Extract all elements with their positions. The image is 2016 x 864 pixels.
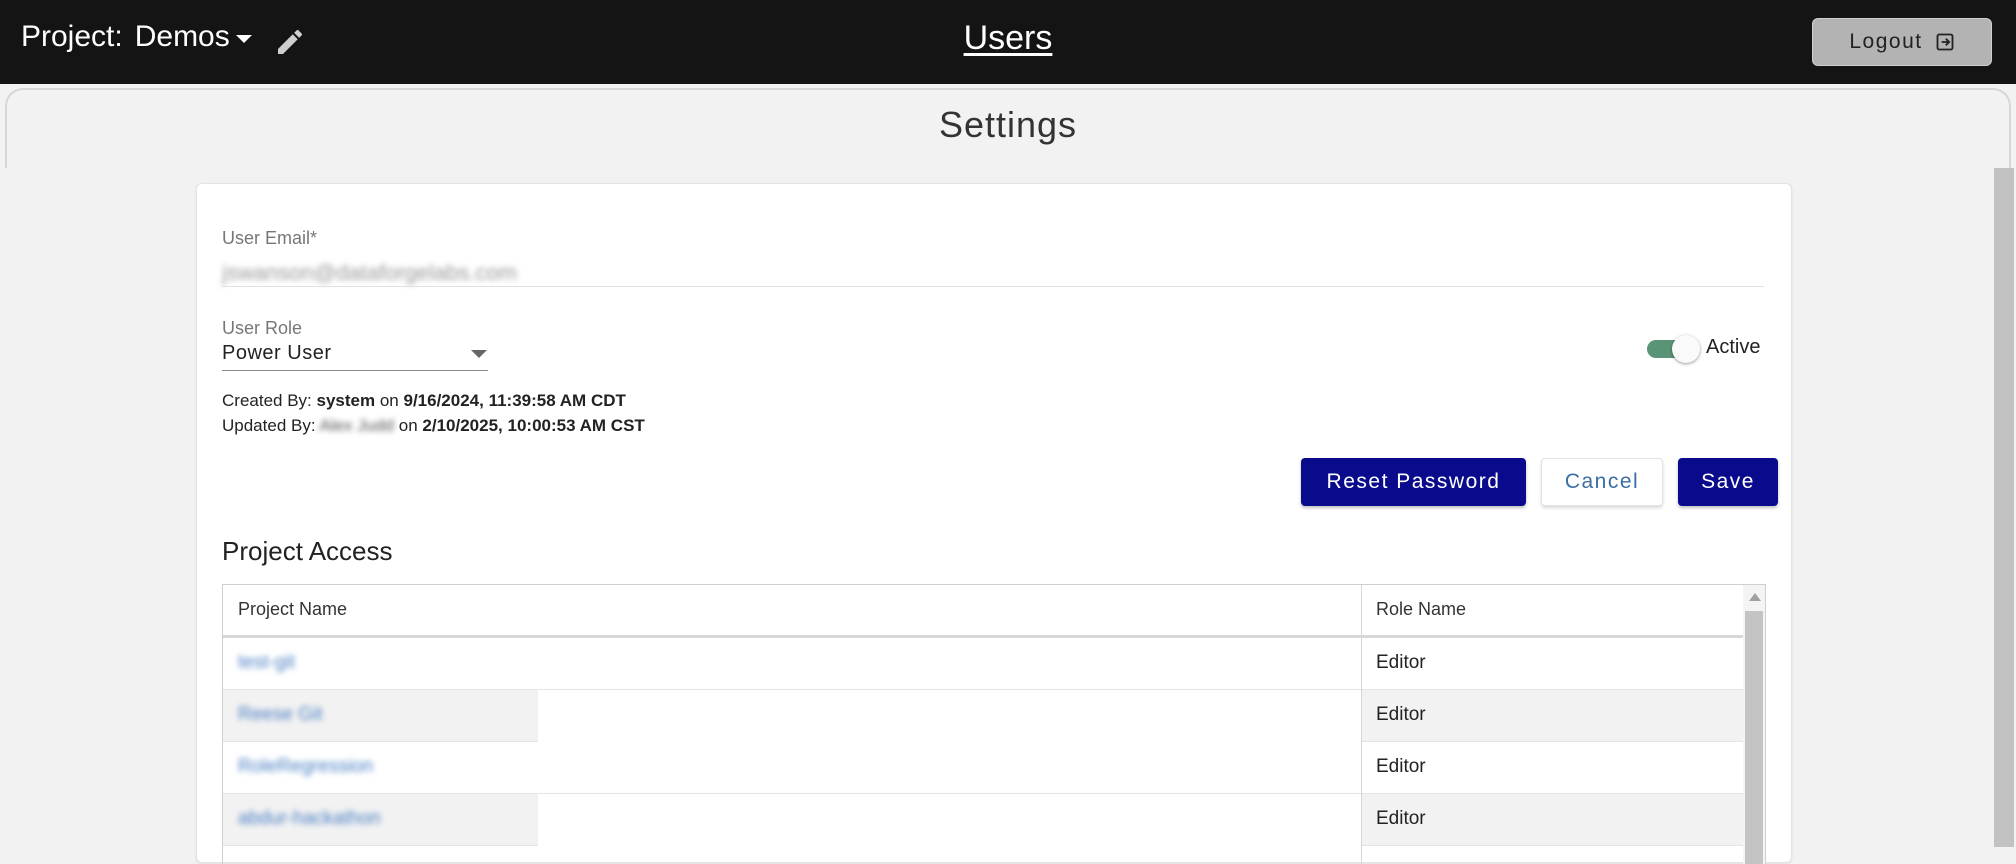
created-on-word: on bbox=[379, 391, 399, 410]
updated-on-word: on bbox=[398, 416, 418, 435]
page-scrollbar[interactable] bbox=[1994, 168, 2014, 847]
project-name-cell[interactable]: RoleRegression bbox=[238, 756, 373, 778]
project-access-table: Project Name Role Name test-git Editor R… bbox=[222, 584, 1766, 864]
cancel-button[interactable]: Cancel bbox=[1541, 458, 1663, 506]
settings-panel: Settings bbox=[5, 88, 2011, 168]
role-name-cell: Editor bbox=[1376, 704, 1426, 725]
project-name-cell[interactable]: abdur-hackathon bbox=[238, 808, 381, 830]
logout-label: Logout bbox=[1849, 30, 1923, 53]
column-header-role[interactable]: Role Name bbox=[1376, 599, 1466, 620]
user-settings-card: User Email* jswanson@dataforgelabs.com U… bbox=[196, 183, 1792, 864]
role-label: User Role bbox=[222, 318, 303, 338]
table-row[interactable]: RoleRegression Editor bbox=[223, 742, 1743, 794]
table-row[interactable]: Reese Git Editor bbox=[223, 690, 1743, 742]
created-prefix: Created By: bbox=[222, 391, 312, 410]
updated-by: Alex Judd bbox=[319, 416, 395, 435]
table-header: Project Name Role Name bbox=[223, 585, 1743, 638]
reset-password-button[interactable]: Reset Password bbox=[1301, 458, 1526, 506]
project-name-cell[interactable]: test-git bbox=[238, 652, 295, 674]
row-highlight bbox=[538, 690, 1362, 742]
email-field[interactable]: jswanson@dataforgelabs.com bbox=[222, 260, 517, 286]
email-underline bbox=[222, 286, 1764, 287]
role-select[interactable]: Power User bbox=[222, 342, 331, 365]
created-by: system bbox=[316, 391, 376, 410]
table-row[interactable]: test-git Editor bbox=[223, 638, 1743, 690]
role-name-cell: Editor bbox=[1376, 756, 1426, 777]
row-highlight bbox=[538, 794, 1362, 846]
active-label: Active bbox=[1706, 336, 1761, 358]
chevron-down-icon[interactable] bbox=[471, 350, 487, 358]
settings-title: Settings bbox=[938, 104, 1078, 145]
toggle-knob bbox=[1672, 335, 1700, 363]
scroll-up-icon[interactable] bbox=[1749, 593, 1761, 601]
scroll-thumb[interactable] bbox=[1745, 611, 1763, 864]
project-name-cell[interactable]: Reese Git bbox=[238, 704, 322, 726]
created-info: Created By: system on 9/16/2024, 11:39:5… bbox=[222, 391, 626, 411]
table-scrollbar[interactable] bbox=[1743, 585, 1765, 864]
page-title[interactable]: Users bbox=[0, 19, 2016, 58]
table-row[interactable]: abdur-hackathon Editor bbox=[223, 794, 1743, 846]
updated-info: Updated By: Alex Judd on 2/10/2025, 10:0… bbox=[222, 416, 645, 436]
column-header-project[interactable]: Project Name bbox=[238, 599, 347, 620]
top-bar: Project: Demos Users Logout bbox=[0, 0, 2016, 84]
role-underline bbox=[222, 370, 488, 371]
project-access-title: Project Access bbox=[222, 536, 393, 566]
active-toggle[interactable] bbox=[1647, 334, 1703, 364]
column-divider bbox=[1361, 585, 1362, 864]
role-name-cell: Editor bbox=[1376, 808, 1426, 829]
created-at: 9/16/2024, 11:39:58 AM CDT bbox=[403, 391, 626, 410]
save-button[interactable]: Save bbox=[1678, 458, 1778, 506]
updated-at: 2/10/2025, 10:00:53 AM CST bbox=[422, 416, 645, 435]
updated-prefix: Updated By: bbox=[222, 416, 316, 435]
email-label: User Email* bbox=[222, 228, 318, 248]
role-name-cell: Editor bbox=[1376, 652, 1426, 673]
logout-icon bbox=[1936, 33, 1954, 51]
logout-button[interactable]: Logout bbox=[1812, 18, 1992, 66]
